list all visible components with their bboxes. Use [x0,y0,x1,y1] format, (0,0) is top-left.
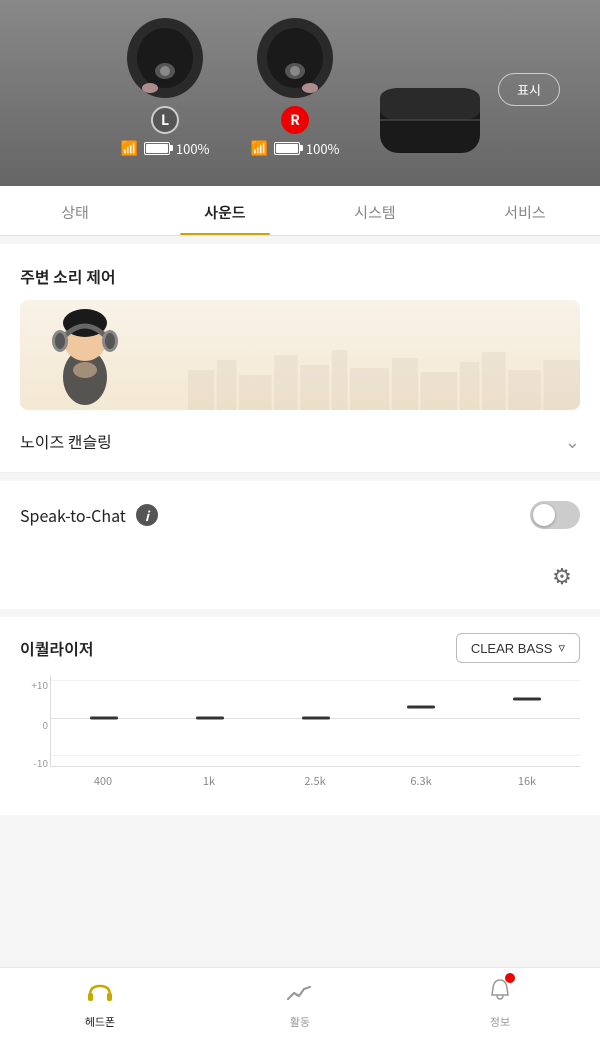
case-item [370,68,490,158]
tab-system[interactable]: 시스템 [300,186,450,235]
noise-cancelling-label: 노이즈 캔슬링 [20,429,112,453]
nav-item-activity[interactable]: 활동 [200,975,400,1030]
ambient-visual [20,300,580,410]
right-earbud-item: R 📶 100% [240,16,350,158]
earbuds-row: L 📶 100% R [110,16,490,158]
eq-x-label-400: 400 [50,767,156,795]
gear-row: ⚙ [0,549,600,609]
eq-y-label-zero: 0 [20,717,48,732]
activity-icon [286,975,314,1010]
eq-x-label-6300: 6.3k [368,767,474,795]
eq-grid [50,675,580,767]
notification-badge [505,973,515,983]
headphone-icon [86,975,114,1010]
left-battery-pct: 100% [176,139,210,158]
nav-item-info[interactable]: 정보 [400,975,600,1030]
ambient-title: 주변 소리 제어 [20,264,580,288]
tab-status[interactable]: 상태 [0,186,150,235]
left-bluetooth-icon: 📶 [120,138,137,158]
right-badge: R [281,106,309,134]
eq-handle-400[interactable] [90,716,118,719]
display-button[interactable]: 표시 [498,73,560,106]
eq-title: 이퀄라이저 [20,636,94,660]
eq-header: 이퀄라이저 CLEAR BASS ▿ [20,633,580,663]
eq-y-label-minus10: -10 [20,755,48,770]
eq-plus10-line [51,680,580,681]
eq-preset-label: CLEAR BASS [471,641,553,656]
eq-minus10-line [51,755,580,756]
eq-handle-16k[interactable] [513,697,541,700]
left-battery-bar [144,142,170,155]
eq-x-label-16k: 16k [474,767,580,795]
info-icon[interactable]: i [136,504,158,526]
eq-x-label-2500: 2.5k [262,767,368,795]
toggle-knob [533,504,555,526]
left-earbud-image [110,16,220,106]
equalizer-section: 이퀄라이저 CLEAR BASS ▿ +10 0 -10 [0,617,600,815]
right-battery-pct: 100% [306,139,340,158]
right-bluetooth-icon: 📶 [250,138,267,158]
eq-preset-button[interactable]: CLEAR BASS ▿ [456,633,580,663]
nav-label-info: 정보 [490,1014,510,1030]
eq-handle-2500[interactable] [302,716,330,719]
bottom-nav: 헤드폰 활동 정보 [0,967,600,1037]
eq-x-label-1k: 1k [156,767,262,795]
eq-x-labels: 400 1k 2.5k 6.3k 16k [50,767,580,795]
person-figure [40,300,130,410]
tab-service[interactable]: 서비스 [450,186,600,235]
eq-chart: +10 0 -10 [20,675,580,795]
settings-gear-button[interactable]: ⚙ [544,557,580,593]
speak-to-chat-label: Speak-to-Chat [20,503,126,527]
nav-label-headphone: 헤드폰 [85,1014,115,1030]
top-section: L 📶 100% R [0,0,600,186]
right-battery-row: 📶 100% [250,138,339,158]
left-battery-row: 📶 100% [120,138,209,158]
left-earbud-item: L 📶 100% [110,16,220,158]
eq-handle-6300[interactable] [407,705,435,708]
ambient-section: 주변 소리 제어 [0,244,600,473]
speak-to-chat-section: Speak-to-Chat i [0,481,600,549]
noise-cancelling-row[interactable]: 노이즈 캔슬링 ⌄ [0,410,600,473]
eq-handle-1k[interactable] [196,716,224,719]
left-badge: L [151,106,179,134]
eq-y-label-plus10: +10 [20,677,48,692]
chevron-down-icon: ⌄ [565,428,580,454]
right-earbud-image [240,16,350,106]
eq-preset-icon: ▿ [558,640,565,656]
nav-item-headphone[interactable]: 헤드폰 [0,975,200,1030]
case-image [370,68,490,158]
tab-sound[interactable]: 사운드 [150,186,300,235]
right-battery-bar [274,142,300,155]
speak-to-chat-toggle[interactable] [530,501,580,529]
tabs-bar: 상태 사운드 시스템 서비스 [0,186,600,236]
speak-to-chat-left: Speak-to-Chat i [20,503,158,527]
nav-label-activity: 활동 [290,1014,310,1030]
